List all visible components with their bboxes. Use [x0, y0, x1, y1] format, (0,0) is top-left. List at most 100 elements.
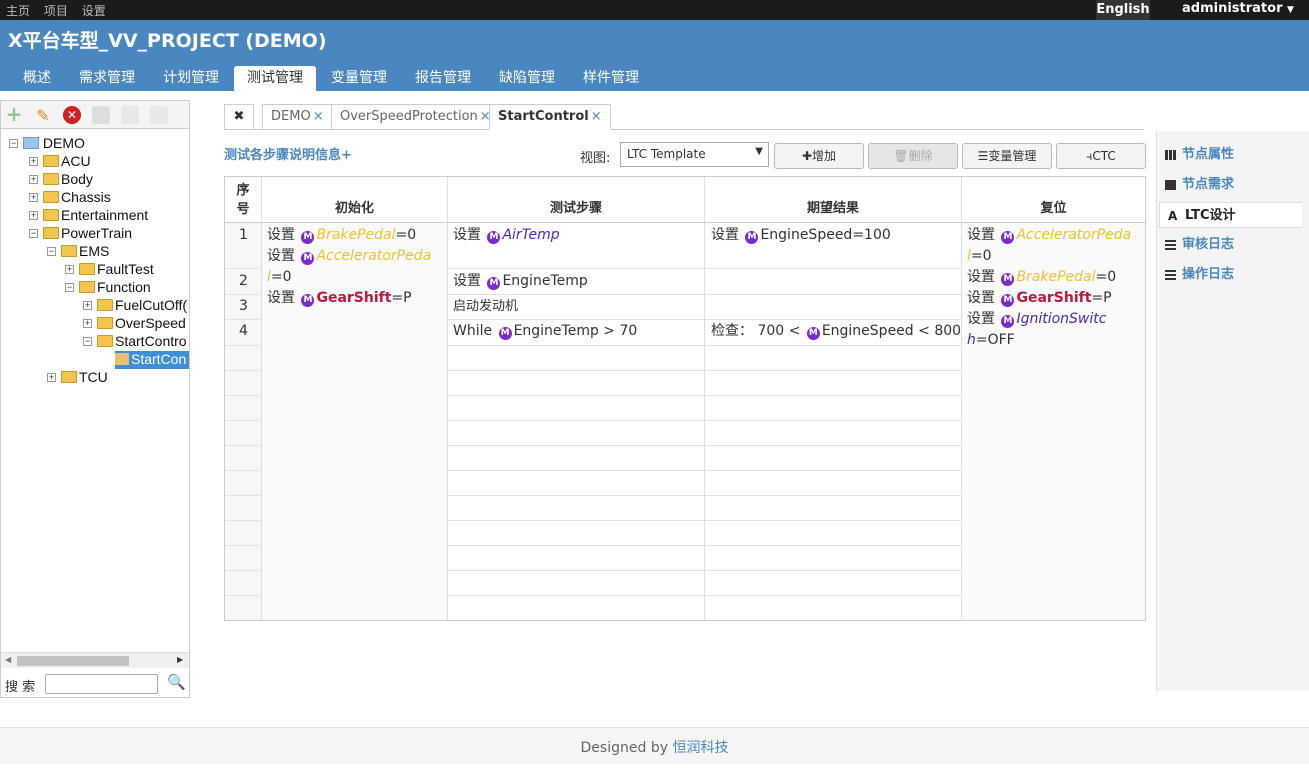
- step-description-link[interactable]: 测试各步骤说明信息+: [224, 144, 352, 163]
- caret-down-icon: ▼: [1287, 5, 1294, 15]
- collapse-icon[interactable]: −: [47, 247, 56, 256]
- add-icon[interactable]: +: [5, 104, 23, 124]
- node-properties-item[interactable]: 节点属性: [1157, 142, 1309, 168]
- search-icon[interactable]: 🔍: [167, 673, 186, 691]
- audit-log-item[interactable]: 审核日志: [1157, 232, 1309, 258]
- step-cell[interactable]: 设置 M AirTemp: [453, 225, 560, 246]
- row-divider: [225, 294, 262, 295]
- header-seq-1: 序: [236, 183, 250, 198]
- copy-icon[interactable]: [92, 106, 110, 124]
- init-cell[interactable]: 设置 M BrakePedal=0 设置 M AcceleratorPeda l=0…: [267, 225, 447, 309]
- tree-node-acu[interactable]: + ACU: [29, 153, 91, 171]
- assign-value: =0: [270, 269, 292, 285]
- add-button[interactable]: ✚增加: [774, 143, 864, 169]
- tab-test-management[interactable]: 测试管理: [234, 66, 316, 91]
- init-line: l=0: [267, 267, 447, 288]
- view-select[interactable]: LTC Template ▼: [620, 142, 769, 167]
- variable-management-button[interactable]: ☰变量管理: [962, 143, 1052, 169]
- scroll-thumb[interactable]: [17, 656, 129, 666]
- row-divider: [448, 545, 962, 546]
- move-icon[interactable]: [150, 106, 168, 124]
- ctc-button[interactable]: ⫞CTC: [1056, 143, 1146, 169]
- expected-cell[interactable]: 设置 M EngineSpeed=100: [711, 225, 891, 246]
- tree-node-chassis[interactable]: + Chassis: [29, 189, 111, 207]
- collapse-icon[interactable]: −: [83, 337, 92, 346]
- close-all-icon[interactable]: ✖: [224, 104, 254, 130]
- tab-samples[interactable]: 样件管理: [574, 66, 648, 91]
- folder-icon: [43, 209, 59, 221]
- tree-node-faulttest[interactable]: + FaultTest: [65, 261, 154, 279]
- tree-node-demo[interactable]: − DEMO: [9, 135, 85, 153]
- home-link[interactable]: 主页: [6, 4, 30, 18]
- paste-icon[interactable]: [121, 106, 139, 124]
- reset-line: 设置 M GearShift=P: [967, 288, 1143, 309]
- plus-icon: ✚: [801, 149, 813, 163]
- tree-node-powertrain[interactable]: − PowerTrain: [29, 225, 132, 243]
- edit-pencil-icon[interactable]: ✎: [34, 106, 52, 125]
- tab-variables[interactable]: 变量管理: [322, 66, 396, 91]
- tree-node-body[interactable]: + Body: [29, 171, 93, 189]
- collapse-icon[interactable]: −: [29, 229, 38, 238]
- close-icon[interactable]: ×: [591, 109, 602, 124]
- expected-cell[interactable]: 检查： 700 < M EngineSpeed < 800: [711, 321, 961, 342]
- doc-tab-overspeed[interactable]: OverSpeedProtection ×: [331, 104, 500, 130]
- variable-m-icon: M: [1001, 294, 1015, 307]
- expand-icon[interactable]: +: [83, 301, 92, 310]
- search-input[interactable]: [45, 674, 158, 694]
- expand-icon[interactable]: +: [29, 193, 38, 202]
- reset-cell[interactable]: 设置 M AcceleratorPeda l=0 设置 M BrakePedal=0…: [967, 225, 1143, 351]
- grid-icon: [1165, 150, 1176, 160]
- ltc-design-item[interactable]: A LTC设计: [1159, 202, 1302, 228]
- tree-node-ems[interactable]: − EMS: [47, 243, 109, 261]
- set-keyword: 设置: [453, 227, 481, 243]
- row-divider: [448, 445, 962, 446]
- tab-requirements[interactable]: 需求管理: [70, 66, 144, 91]
- doc-tab-startcontrol[interactable]: StartControl ×: [489, 104, 611, 130]
- button-label: 变量管理: [988, 149, 1037, 163]
- scroll-right-icon[interactable]: ▶: [177, 655, 183, 664]
- project-link[interactable]: 项目: [44, 4, 68, 18]
- designed-by-text: Designed by: [580, 740, 673, 756]
- delete-button[interactable]: 🗑删除: [868, 143, 958, 169]
- tab-planning[interactable]: 计划管理: [154, 66, 228, 91]
- tree-node-tcu[interactable]: + TCU: [47, 369, 108, 387]
- expand-icon[interactable]: +: [29, 157, 38, 166]
- company-link[interactable]: 恒润科技: [672, 740, 728, 756]
- tab-defects[interactable]: 缺陷管理: [490, 66, 564, 91]
- expand-icon[interactable]: +: [83, 319, 92, 328]
- delete-icon[interactable]: ✕: [63, 106, 81, 124]
- collapse-icon[interactable]: −: [9, 139, 18, 148]
- tree-node-fuelcutoff[interactable]: + FuelCutOff(: [83, 297, 187, 315]
- tree-node-startcontrol[interactable]: − StartContro: [83, 333, 187, 351]
- tree-node-overspeed[interactable]: + OverSpeed: [83, 315, 186, 333]
- expand-icon[interactable]: +: [47, 373, 56, 382]
- close-icon[interactable]: ×: [313, 109, 324, 124]
- step-cell[interactable]: 启动发动机: [453, 296, 518, 317]
- step-cell[interactable]: 设置 M EngineTemp: [453, 271, 588, 292]
- doc-tab-demo[interactable]: DEMO ×: [262, 104, 333, 130]
- user-menu[interactable]: administrator ▼: [1182, 1, 1294, 16]
- project-title: X平台车型_VV_PROJECT (DEMO): [8, 30, 327, 52]
- tree-horizontal-scrollbar[interactable]: ◀ ▶: [1, 652, 189, 668]
- variable-name: EngineSpeed: [821, 323, 914, 339]
- settings-link[interactable]: 设置: [82, 4, 106, 18]
- collapse-icon[interactable]: −: [65, 283, 74, 292]
- tab-overview[interactable]: 概述: [12, 66, 62, 91]
- tree-node-entertainment[interactable]: + Entertainment: [29, 207, 148, 225]
- tree-node-startcon-selected[interactable]: StartCon: [115, 351, 189, 369]
- tab-reports[interactable]: 报告管理: [406, 66, 480, 91]
- expand-icon[interactable]: +: [65, 265, 74, 274]
- set-keyword: 设置: [453, 273, 481, 289]
- scroll-left-icon[interactable]: ◀: [5, 655, 11, 664]
- tree-node-function[interactable]: − Function: [65, 279, 151, 297]
- operation-log-item[interactable]: 操作日志: [1157, 262, 1309, 288]
- row-divider: [448, 319, 962, 320]
- step-cell[interactable]: While M EngineTemp > 70: [453, 321, 637, 342]
- tree-label: StartCon: [131, 351, 187, 367]
- language-toggle[interactable]: English: [1096, 0, 1150, 20]
- node-requirements-item[interactable]: 节点需求: [1157, 172, 1309, 198]
- tree-label: TCU: [79, 369, 108, 385]
- expand-icon[interactable]: +: [29, 211, 38, 220]
- set-keyword: 设置: [267, 227, 295, 243]
- expand-icon[interactable]: +: [29, 175, 38, 184]
